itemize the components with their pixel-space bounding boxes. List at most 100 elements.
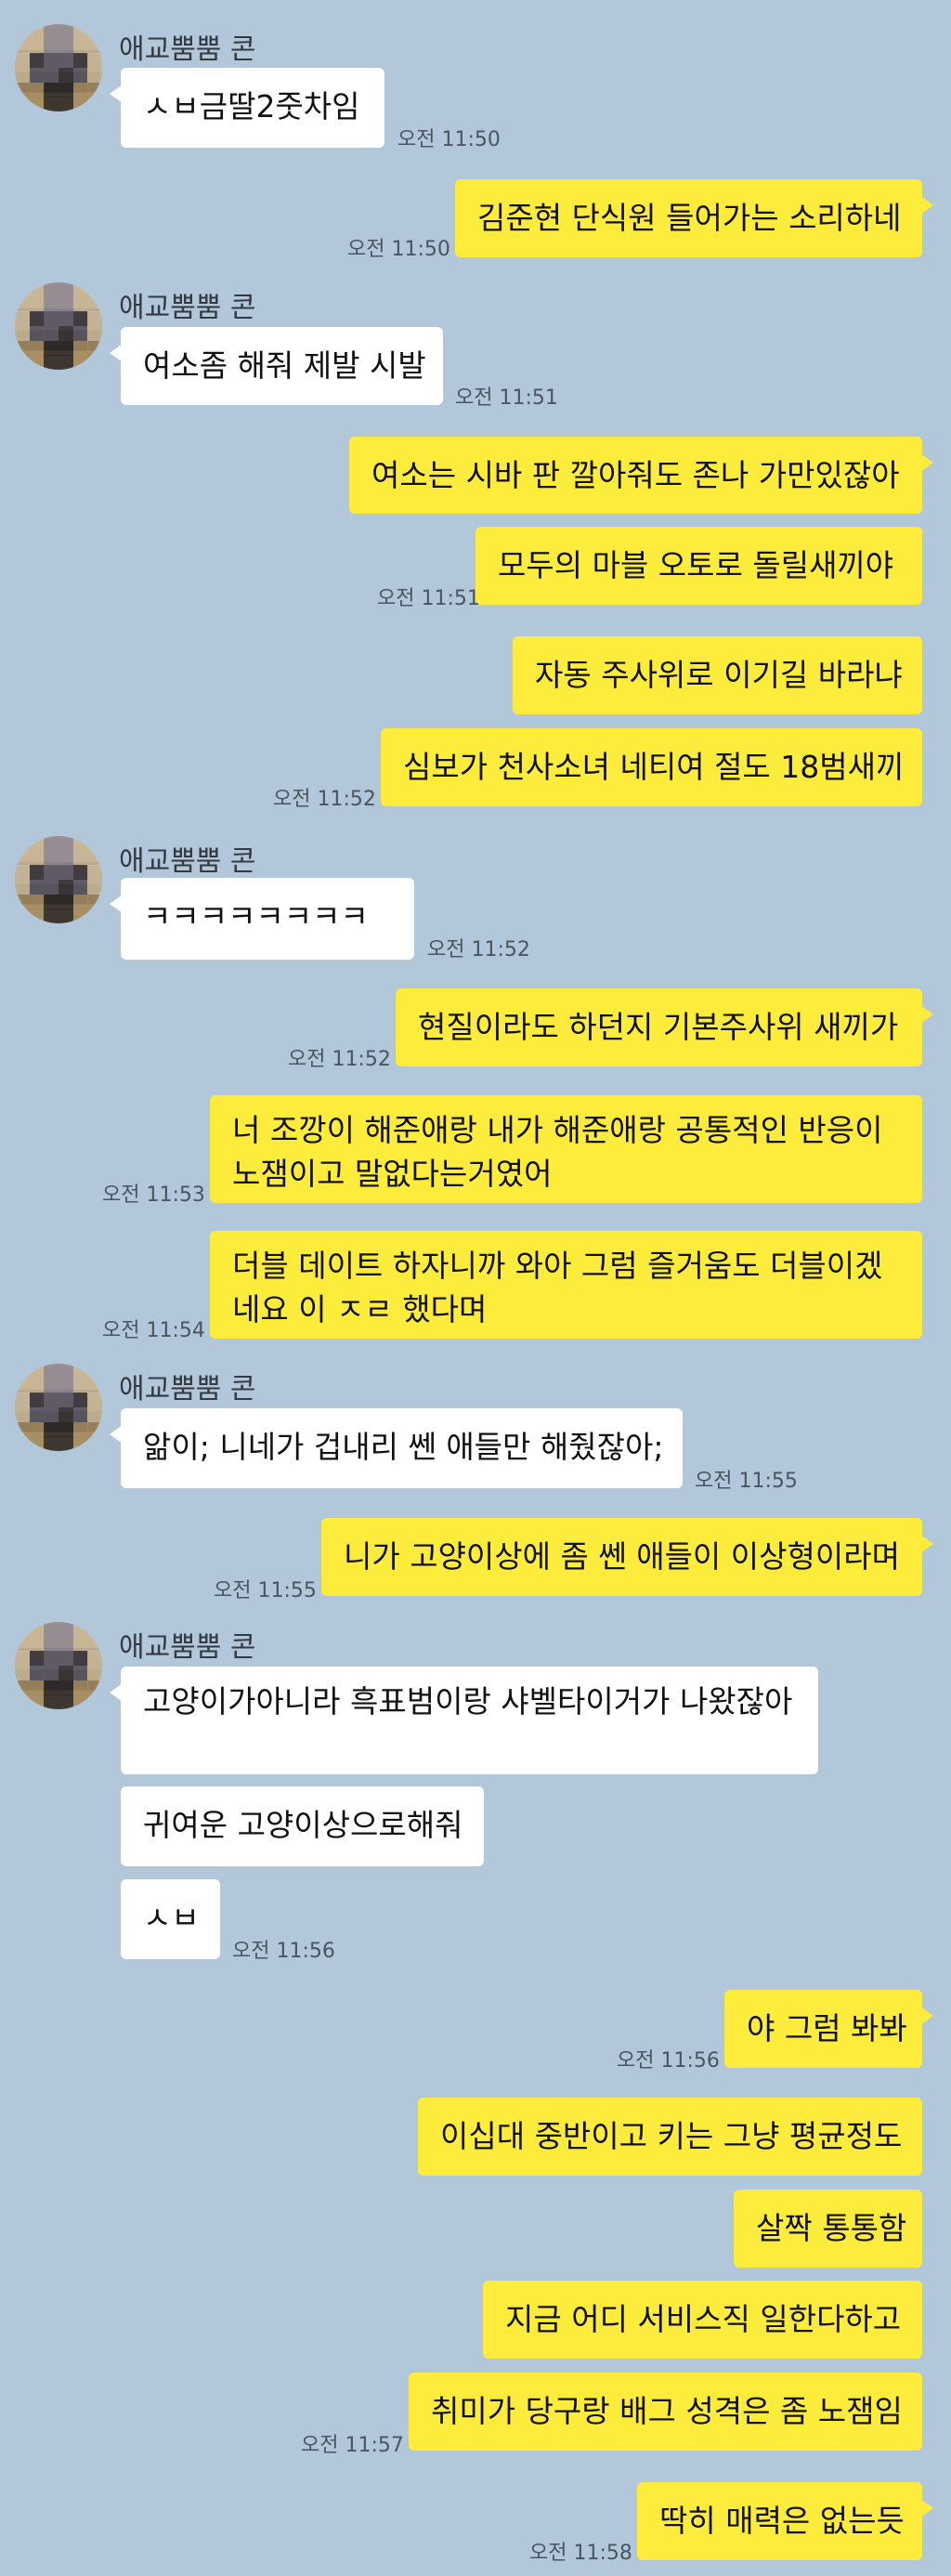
outgoing-message[interactable]: 살짝 통통함 [734,2190,922,2268]
avatar-pixel [15,836,31,852]
incoming-message[interactable]: 앎이; 니네가 겁내리 쎈 애들만 해줬잖아; [110,1408,683,1488]
avatar-pixel [29,282,45,298]
avatar-pixel [59,1393,74,1408]
avatar-pixel [44,296,59,312]
avatar-pixel [15,865,31,881]
avatar-pixel [59,97,74,111]
contact-name: 애교뿜뿜 콘 [119,1631,256,1664]
avatar-pixel [87,865,102,881]
contact-avatar[interactable] [15,1622,102,1709]
avatar-pixel [59,282,74,298]
avatar-pixel [29,1622,45,1638]
avatar-pixel [59,836,74,852]
avatar-pixel [15,1407,31,1423]
contact-avatar[interactable] [15,836,102,923]
avatar-pixel [15,1680,31,1695]
incoming-message[interactable]: 귀여운 고양이상으로해줘 [121,1786,484,1866]
avatar-pixel [87,326,102,342]
outgoing-message[interactable]: 현질이라도 하던지 기본주사위 새끼가 [396,988,933,1066]
incoming-message[interactable]: 고양이가아니라 흑표범이랑 샤벨타이거가 나왔잖아 [110,1667,818,1774]
avatar-pixel [72,68,88,84]
avatar-pixel [44,1364,59,1380]
avatar-pixel [87,1393,102,1408]
avatar-pixel [87,68,102,84]
avatar-pixel [29,880,45,896]
avatar-pixel [72,1421,88,1437]
incoming-message[interactable]: ㅅㅂ [121,1879,220,1959]
avatar-pixel [59,296,74,312]
outgoing-message[interactable]: 지금 어디 서비스직 일한다하고 [483,2281,922,2359]
avatar-pixel [87,340,102,356]
avatar-pixel [72,880,88,896]
avatar-pixel [29,1436,45,1451]
avatar-pixel [72,1436,88,1451]
message-timestamp: 오전 11:58 [529,2542,632,2565]
avatar-pixel [44,1436,59,1451]
avatar-pixel [44,340,59,356]
avatar-pixel [72,38,88,54]
message-timestamp: 오전 11:55 [214,1579,317,1602]
avatar-pixel [59,82,74,98]
avatar-pixel [87,82,102,98]
avatar-pixel [44,311,59,327]
avatar-pixel [15,894,31,909]
outgoing-message[interactable]: 더블 데이트 하자니까 와아 그럼 즐거움도 더블이겠네요 이 ㅈㄹ 했다며 [210,1231,922,1339]
outgoing-message[interactable]: 여소는 시바 판 깔아줘도 존나 가만있잖아 [349,437,933,514]
avatar-pixel [87,1364,102,1380]
chat-room[interactable]: 애교뿜뿜 콘 ㅅㅂ금딸2줏차임 오전 11:50 김준현 단식원 들어가는 소리… [0,0,951,2576]
avatar-pixel [59,311,74,327]
avatar-pixel [15,53,31,69]
avatar-pixel [87,836,102,852]
avatar-pixel [59,1436,74,1451]
outgoing-message[interactable]: 모두의 마블 오토로 돌릴새끼야 [476,527,922,605]
avatar-pixel [72,894,88,909]
message-timestamp: 오전 11:50 [347,238,450,261]
avatar-pixel [29,1636,45,1652]
outgoing-message[interactable]: 야 그럼 봐봐 [724,1990,933,2068]
avatar-pixel [44,68,59,84]
outgoing-message[interactable]: 너 조깡이 해준애랑 내가 해준애랑 공통적인 반응이 노잼이고 말없다는거였어 [210,1095,922,1203]
outgoing-message[interactable]: 니가 고양이상에 좀 쎈 애들이 이상형이라며 [321,1518,933,1596]
incoming-message[interactable]: ㅋㅋㅋㅋㅋㅋㅋㅋ [110,878,414,960]
message-timestamp: 오전 11:50 [397,128,501,151]
avatar-pixel [44,24,59,40]
avatar-pixel [15,880,31,896]
avatar-pixel [59,1421,74,1437]
avatar-pixel [87,1436,102,1451]
incoming-message[interactable]: 여소좀 해줘 제발 시발 [110,327,443,405]
message-timestamp: 오전 11:52 [273,788,376,811]
contact-avatar[interactable] [15,24,102,111]
avatar-pixel [87,1666,102,1681]
avatar-pixel [29,894,45,909]
avatar-pixel [29,68,45,84]
avatar-pixel [87,355,102,370]
incoming-message[interactable]: ㅅㅂ금딸2줏차임 [110,68,384,148]
avatar-pixel [15,1636,31,1652]
avatar-pixel [72,850,88,866]
message-timestamp: 오전 11:52 [427,938,530,961]
outgoing-message[interactable]: 이십대 중반이고 키는 그냥 평균정도 [418,2098,922,2176]
avatar-pixel [87,296,102,312]
outgoing-message[interactable]: 딱히 매력은 없는듯 [637,2482,933,2560]
avatar-pixel [44,82,59,98]
avatar-pixel [44,865,59,881]
avatar-pixel [15,97,31,111]
avatar-pixel [72,909,88,923]
outgoing-message[interactable]: 김준현 단식원 들어가는 소리하네 [455,179,933,257]
avatar-pixel [87,24,102,40]
avatar-pixel [59,909,74,923]
contact-avatar[interactable] [15,282,102,370]
avatar-pixel [44,850,59,866]
avatar-pixel [29,1364,45,1380]
avatar-pixel [44,1694,59,1709]
avatar-pixel [72,311,88,327]
avatar-pixel [87,1407,102,1423]
outgoing-message[interactable]: 취미가 당구랑 배그 성격은 좀 노잼임 [409,2373,922,2451]
contact-avatar[interactable] [15,1364,102,1451]
avatar-pixel [44,909,59,923]
avatar-pixel [72,24,88,40]
avatar-pixel [59,894,74,909]
outgoing-message[interactable]: 심보가 천사소녀 네티여 절도 18범새끼 [381,728,922,806]
avatar-pixel [15,311,31,327]
outgoing-message[interactable]: 자동 주사위로 이기길 바라냐 [513,636,922,714]
